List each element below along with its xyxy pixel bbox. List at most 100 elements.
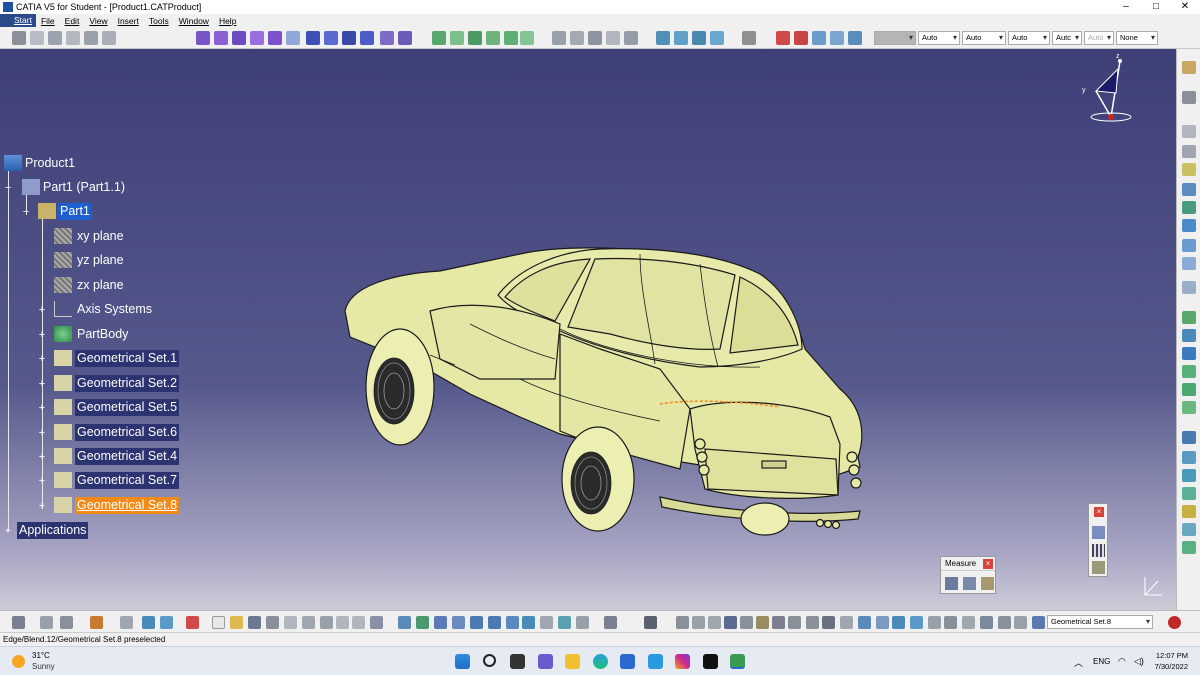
3d-viewport[interactable]: z y Product1 − Part1 (Part1.1) − Part1 x… bbox=[0, 49, 1176, 610]
expand-toggle-axis[interactable]: + bbox=[38, 305, 46, 316]
tool-icon[interactable] bbox=[998, 616, 1011, 629]
instagram-icon[interactable] bbox=[675, 654, 690, 669]
symmetry-icon[interactable] bbox=[692, 31, 706, 45]
tool-icon[interactable] bbox=[66, 31, 80, 45]
floating-toolbar-close[interactable]: × bbox=[1094, 507, 1104, 517]
redo-icon[interactable] bbox=[352, 616, 365, 629]
tool-icon[interactable] bbox=[1182, 365, 1196, 378]
tool-icon[interactable] bbox=[1182, 469, 1196, 482]
tool-icon[interactable] bbox=[756, 616, 769, 629]
tool-icon[interactable] bbox=[776, 31, 790, 45]
tool-icon[interactable] bbox=[858, 616, 871, 629]
tool-icon[interactable] bbox=[644, 616, 657, 629]
tool-icon[interactable] bbox=[540, 616, 553, 629]
split-icon[interactable] bbox=[552, 31, 566, 45]
copy-icon[interactable] bbox=[302, 616, 315, 629]
file-explorer-icon[interactable] bbox=[565, 654, 580, 669]
tool-icon[interactable] bbox=[1182, 329, 1196, 342]
cut-icon[interactable] bbox=[284, 616, 297, 629]
tool-icon[interactable] bbox=[944, 616, 957, 629]
scaling-icon[interactable] bbox=[710, 31, 724, 45]
tool-icon[interactable] bbox=[692, 616, 705, 629]
tool-icon[interactable] bbox=[120, 616, 133, 629]
tool-icon[interactable] bbox=[102, 31, 116, 45]
collapse-toggle-part1[interactable]: − bbox=[22, 207, 30, 218]
tool-icon[interactable] bbox=[740, 616, 753, 629]
sphere-icon[interactable] bbox=[232, 31, 246, 45]
task-view-icon[interactable] bbox=[510, 654, 525, 669]
line-type-combo[interactable]: Auto bbox=[1008, 31, 1050, 45]
tree-node-yz-plane[interactable]: yz plane bbox=[75, 252, 126, 269]
tool-icon[interactable] bbox=[186, 616, 199, 629]
tool-icon[interactable] bbox=[1182, 281, 1196, 294]
tool-icon[interactable] bbox=[1182, 145, 1196, 158]
windows-start-icon[interactable] bbox=[455, 654, 470, 669]
expand-toggle-gs6[interactable]: + bbox=[38, 428, 46, 439]
fit-all-icon[interactable] bbox=[416, 616, 429, 629]
maximize-button[interactable]: □ bbox=[1141, 0, 1171, 14]
expand-toggle-partbody[interactable]: + bbox=[38, 330, 46, 341]
menu-view[interactable]: View bbox=[84, 16, 112, 26]
menu-window[interactable]: Window bbox=[174, 16, 214, 26]
tool-icon[interactable] bbox=[1182, 257, 1196, 270]
offset-icon[interactable] bbox=[268, 31, 282, 45]
grid-icon[interactable] bbox=[1092, 544, 1105, 557]
measure-item-icon[interactable] bbox=[963, 577, 976, 590]
tool-icon[interactable] bbox=[928, 616, 941, 629]
projection-icon[interactable] bbox=[486, 31, 500, 45]
tool-icon[interactable] bbox=[1182, 383, 1196, 396]
tree-node-axis-systems[interactable]: Axis Systems bbox=[75, 301, 154, 318]
menu-file[interactable]: File bbox=[36, 16, 60, 26]
tool-icon[interactable] bbox=[1182, 183, 1196, 196]
tool-icon[interactable] bbox=[1182, 239, 1196, 252]
tool-icon[interactable] bbox=[812, 31, 826, 45]
expand-toggle-gs5[interactable]: + bbox=[38, 403, 46, 414]
tool-icon[interactable] bbox=[876, 616, 889, 629]
tree-node-gs4[interactable]: Geometrical Set.4 bbox=[75, 448, 180, 465]
join-icon[interactable] bbox=[360, 31, 374, 45]
sketch-icon[interactable] bbox=[1182, 91, 1196, 104]
edge-browser-icon[interactable] bbox=[593, 654, 608, 669]
tree-node-applications[interactable]: Applications bbox=[17, 522, 89, 539]
tool-icon[interactable] bbox=[48, 31, 62, 45]
tool-icon[interactable] bbox=[1182, 401, 1196, 414]
tree-node-gs2[interactable]: Geometrical Set.2 bbox=[75, 375, 180, 392]
multisection-icon[interactable] bbox=[324, 31, 338, 45]
expand-toggle-gs7[interactable]: + bbox=[38, 476, 46, 487]
menu-tools[interactable]: Tools bbox=[144, 16, 174, 26]
volume-icon[interactable]: ◁) bbox=[1134, 656, 1144, 667]
tool-icon[interactable] bbox=[1182, 347, 1196, 360]
transparency-combo[interactable]: Auto bbox=[918, 31, 960, 45]
tool-icon[interactable] bbox=[60, 616, 73, 629]
tree-node-gs6[interactable]: Geometrical Set.6 bbox=[75, 424, 180, 441]
current-set-combo[interactable]: Geometrical Set.8 bbox=[1047, 615, 1153, 629]
tool-icon[interactable] bbox=[12, 616, 25, 629]
tool-icon[interactable] bbox=[1182, 523, 1196, 536]
healing-icon[interactable] bbox=[380, 31, 394, 45]
blend-icon[interactable] bbox=[342, 31, 356, 45]
undo-icon[interactable] bbox=[336, 616, 349, 629]
boundary-icon[interactable] bbox=[588, 31, 602, 45]
point-icon[interactable] bbox=[432, 31, 446, 45]
color-combo[interactable] bbox=[874, 31, 916, 45]
tool-icon[interactable] bbox=[1092, 561, 1105, 574]
tool-icon[interactable] bbox=[1182, 451, 1196, 464]
tool-icon[interactable] bbox=[1092, 526, 1105, 539]
store-icon[interactable] bbox=[620, 654, 635, 669]
tree-node-gs8[interactable]: Geometrical Set.8 bbox=[75, 497, 180, 514]
measure-between-icon[interactable] bbox=[945, 577, 958, 590]
compass-widget[interactable]: z y bbox=[1078, 51, 1138, 131]
rotate-icon[interactable] bbox=[674, 31, 688, 45]
tool-icon[interactable] bbox=[142, 616, 155, 629]
tool-icon[interactable] bbox=[830, 31, 844, 45]
catia-taskbar-icon[interactable] bbox=[730, 654, 745, 669]
tool-icon[interactable] bbox=[1182, 487, 1196, 500]
untrim-icon[interactable] bbox=[398, 31, 412, 45]
tool-icon[interactable] bbox=[822, 616, 835, 629]
translate-icon[interactable] bbox=[656, 31, 670, 45]
extract-icon[interactable] bbox=[606, 31, 620, 45]
tool-icon[interactable] bbox=[12, 31, 26, 45]
menu-help[interactable]: Help bbox=[214, 16, 241, 26]
plane-icon[interactable] bbox=[468, 31, 482, 45]
intersection-icon[interactable] bbox=[504, 31, 518, 45]
